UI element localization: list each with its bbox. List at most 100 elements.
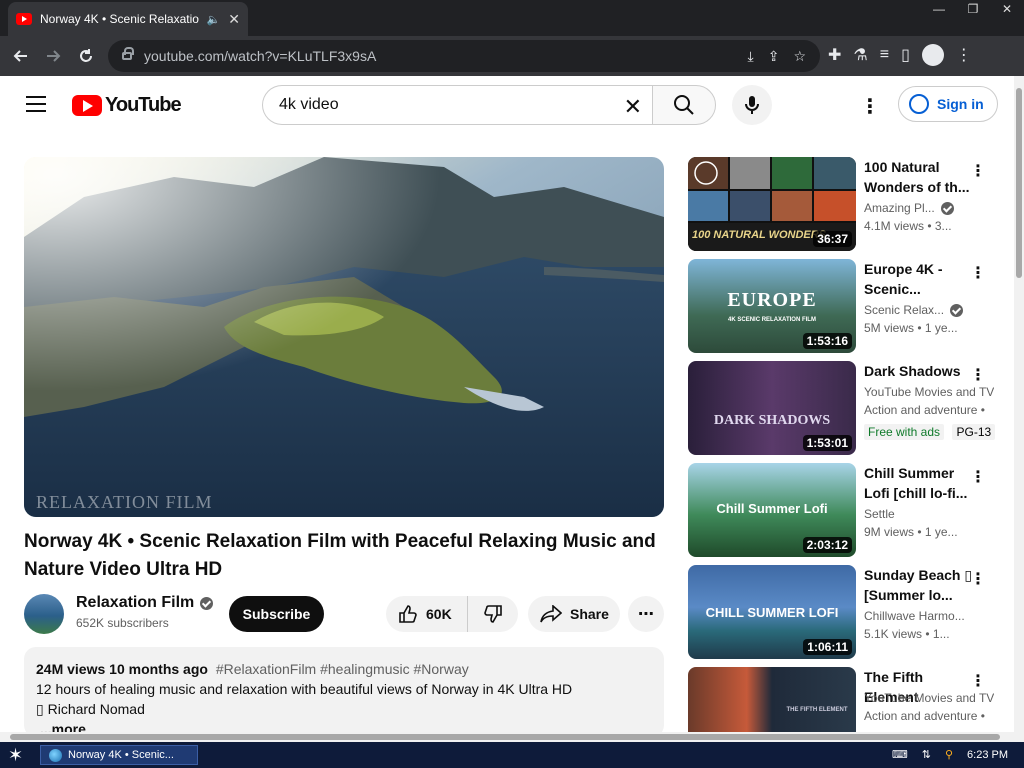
back-button[interactable] — [6, 42, 34, 70]
voice-search-button[interactable] — [732, 85, 772, 125]
rec-channel[interactable]: YouTube Movies and TV — [864, 385, 994, 399]
show-more-link[interactable]: ...more — [40, 719, 652, 732]
rec-item-2[interactable]: EUROPE 4K SCENIC RELAXATION FILM 1:53:16… — [688, 259, 1004, 353]
channel-avatar[interactable] — [24, 594, 64, 634]
rec-more-icon[interactable]: ⋮ — [970, 365, 986, 385]
rec-item-3[interactable]: DARK SHADOWS 1:53:01 Dark Shadows YouTub… — [688, 361, 1004, 455]
rec-channel[interactable]: Amazing Pl... — [864, 201, 974, 215]
rec-item-5[interactable]: CHILL SUMMER LOFI 1:06:11 Sunday Beach ▯… — [688, 565, 1004, 659]
like-button[interactable]: 60K — [386, 596, 468, 632]
search-button[interactable] — [652, 85, 716, 125]
start-star-icon[interactable]: ✶ — [8, 745, 23, 766]
description-box[interactable]: 24M views 10 months ago #RelaxationFilm … — [24, 647, 664, 732]
rec-channel[interactable]: Chillwave Harmo... — [864, 609, 974, 623]
thumb-caption: EUROPE — [727, 289, 817, 311]
extensions-puzzle-icon[interactable]: ✚ — [828, 45, 841, 65]
rec-channel[interactable]: Scenic Relax... — [864, 303, 974, 317]
rec-thumbnail[interactable]: Chill Summer Lofi 2:03:12 — [688, 463, 856, 557]
url-text: youtube.com/watch?v=KLuTLF3x9sA — [144, 48, 377, 64]
share-page-icon[interactable]: ⇪ — [768, 48, 780, 65]
taskbar-browser-item[interactable]: Norway 4K • Scenic... — [40, 745, 198, 765]
speaker-icon[interactable]: 🔈 — [207, 13, 221, 26]
minimize-button[interactable]: — — [922, 0, 956, 18]
horizontal-scroll-thumb[interactable] — [10, 734, 1000, 740]
rec-title[interactable]: Chill Summer Lofi [chill lo-fi... — [864, 463, 974, 503]
rec-channel[interactable]: YouTube Movies and TV — [864, 691, 994, 705]
bookmark-star-icon[interactable]: ☆ — [793, 48, 806, 65]
share-button[interactable]: Share — [528, 596, 620, 632]
rec-title[interactable]: Europe 4K - Scenic... — [864, 259, 974, 299]
youtube-favicon-icon — [16, 13, 32, 25]
clear-search-icon[interactable]: ✕ — [624, 94, 642, 120]
vertical-scrollbar[interactable] — [1014, 76, 1024, 732]
rec-thumbnail[interactable]: THE FIFTH ELEMENT — [688, 667, 856, 732]
rec-more-icon[interactable]: ⋮ — [970, 263, 986, 283]
sign-in-label: Sign in — [937, 96, 984, 112]
browser-menu-icon[interactable]: ⋮ — [956, 45, 972, 65]
browser-tab[interactable]: Norway 4K • Scenic Relaxation 🔈 ✕ — [8, 2, 248, 36]
keyboard-icon[interactable]: ⌨ — [892, 748, 908, 761]
subscribe-button[interactable]: Subscribe — [229, 596, 324, 632]
settings-more-icon[interactable]: ⋮ — [860, 94, 880, 119]
forward-button[interactable] — [40, 42, 68, 70]
thumb-caption: Chill Summer Lofi — [716, 501, 828, 516]
restore-button[interactable]: ❐ — [956, 0, 990, 18]
system-tray: ⌨ ⇅ ⚲ 6:23 PM — [892, 748, 1008, 762]
rec-channel[interactable]: Settle — [864, 507, 974, 521]
rec-title[interactable]: Sunday Beach ▯ [Summer lo... — [864, 565, 974, 605]
address-bar[interactable]: youtube.com/watch?v=KLuTLF3x9sA ⤓ ⇪ ☆ — [108, 40, 820, 72]
rating-badge: PG-13 — [952, 424, 996, 440]
hashtags[interactable]: #RelaxationFilm #healingmusic #Norway — [216, 661, 469, 677]
search-input[interactable]: 4k video ✕ — [262, 85, 652, 125]
thumb-caption: THE FIFTH ELEMENT — [786, 707, 848, 713]
rec-channel-name: Scenic Relax... — [864, 303, 945, 317]
more-actions-icon[interactable]: ⋯ — [628, 596, 664, 632]
reload-button[interactable] — [72, 42, 100, 70]
network-icon[interactable]: ⇅ — [922, 748, 931, 761]
clock[interactable]: 6:23 PM — [967, 749, 1008, 761]
rec-thumbnail[interactable]: 100 NATURAL WONDERS 36:37 — [688, 157, 856, 251]
rec-title[interactable]: 100 Natural Wonders of th... — [864, 157, 974, 197]
video-player[interactable]: RELAXATION FILM — [24, 157, 664, 517]
tab-close-icon[interactable]: ✕ — [228, 11, 240, 28]
rec-thumbnail[interactable]: EUROPE 4K SCENIC RELAXATION FILM 1:53:16 — [688, 259, 856, 353]
duration-badge: 1:06:11 — [803, 639, 852, 655]
menu-icon[interactable] — [26, 96, 46, 112]
rec-thumbnail[interactable]: DARK SHADOWS 1:53:01 — [688, 361, 856, 455]
rec-more-icon[interactable]: ⋮ — [970, 569, 986, 589]
sign-in-button[interactable]: Sign in — [898, 86, 998, 122]
player-watermark: RELAXATION FILM — [36, 492, 213, 512]
dislike-button[interactable] — [468, 596, 518, 632]
labs-flask-icon[interactable]: ⚗ — [853, 45, 867, 65]
rec-meta: Action and adventure • — [864, 709, 985, 723]
user-circle-icon — [909, 94, 929, 114]
duration-badge: 1:53:01 — [802, 435, 852, 451]
window-close-button[interactable]: ✕ — [990, 0, 1024, 18]
rec-item-1[interactable]: 100 NATURAL WONDERS 36:37 100 Natural Wo… — [688, 157, 1004, 251]
video-title: Norway 4K • Scenic Relaxation Film with … — [24, 531, 656, 580]
channel-name-link[interactable]: Relaxation Film — [76, 594, 214, 612]
rec-thumbnail[interactable]: CHILL SUMMER LOFI 1:06:11 — [688, 565, 856, 659]
like-count: 60K — [426, 606, 452, 622]
verified-check-icon — [940, 201, 954, 215]
rec-item-4[interactable]: Chill Summer Lofi 2:03:12 Chill Summer L… — [688, 463, 1004, 557]
vertical-scroll-thumb[interactable] — [1016, 88, 1022, 278]
side-panel-icon[interactable]: ▯ — [901, 45, 910, 65]
os-taskbar: ✶ Norway 4K • Scenic... ⌨ ⇅ ⚲ 6:23 PM — [0, 742, 1024, 768]
rec-title[interactable]: Dark Shadows — [864, 361, 974, 381]
rec-more-icon[interactable]: ⋮ — [970, 161, 986, 181]
media-queue-icon[interactable]: ≡ — [880, 46, 889, 64]
rec-more-icon[interactable]: ⋮ — [970, 671, 986, 691]
search-tray-icon[interactable]: ⚲ — [945, 748, 953, 761]
rec-meta: 9M views • 1 ye... — [864, 525, 958, 539]
rec-item-6[interactable]: THE FIFTH ELEMENT The Fifth Element YouT… — [688, 667, 1004, 732]
youtube-logo[interactable]: YouTube — [72, 94, 182, 117]
horizontal-scrollbar[interactable] — [0, 732, 1024, 742]
description-line-1: 12 hours of healing music and relaxation… — [36, 681, 573, 697]
rec-more-icon[interactable]: ⋮ — [970, 467, 986, 487]
forward-arrow-icon — [47, 50, 61, 62]
view-count: 24M views — [36, 661, 106, 677]
verified-check-icon — [950, 303, 964, 317]
profile-avatar-icon[interactable] — [921, 44, 944, 66]
install-icon[interactable]: ⤓ — [748, 48, 754, 65]
